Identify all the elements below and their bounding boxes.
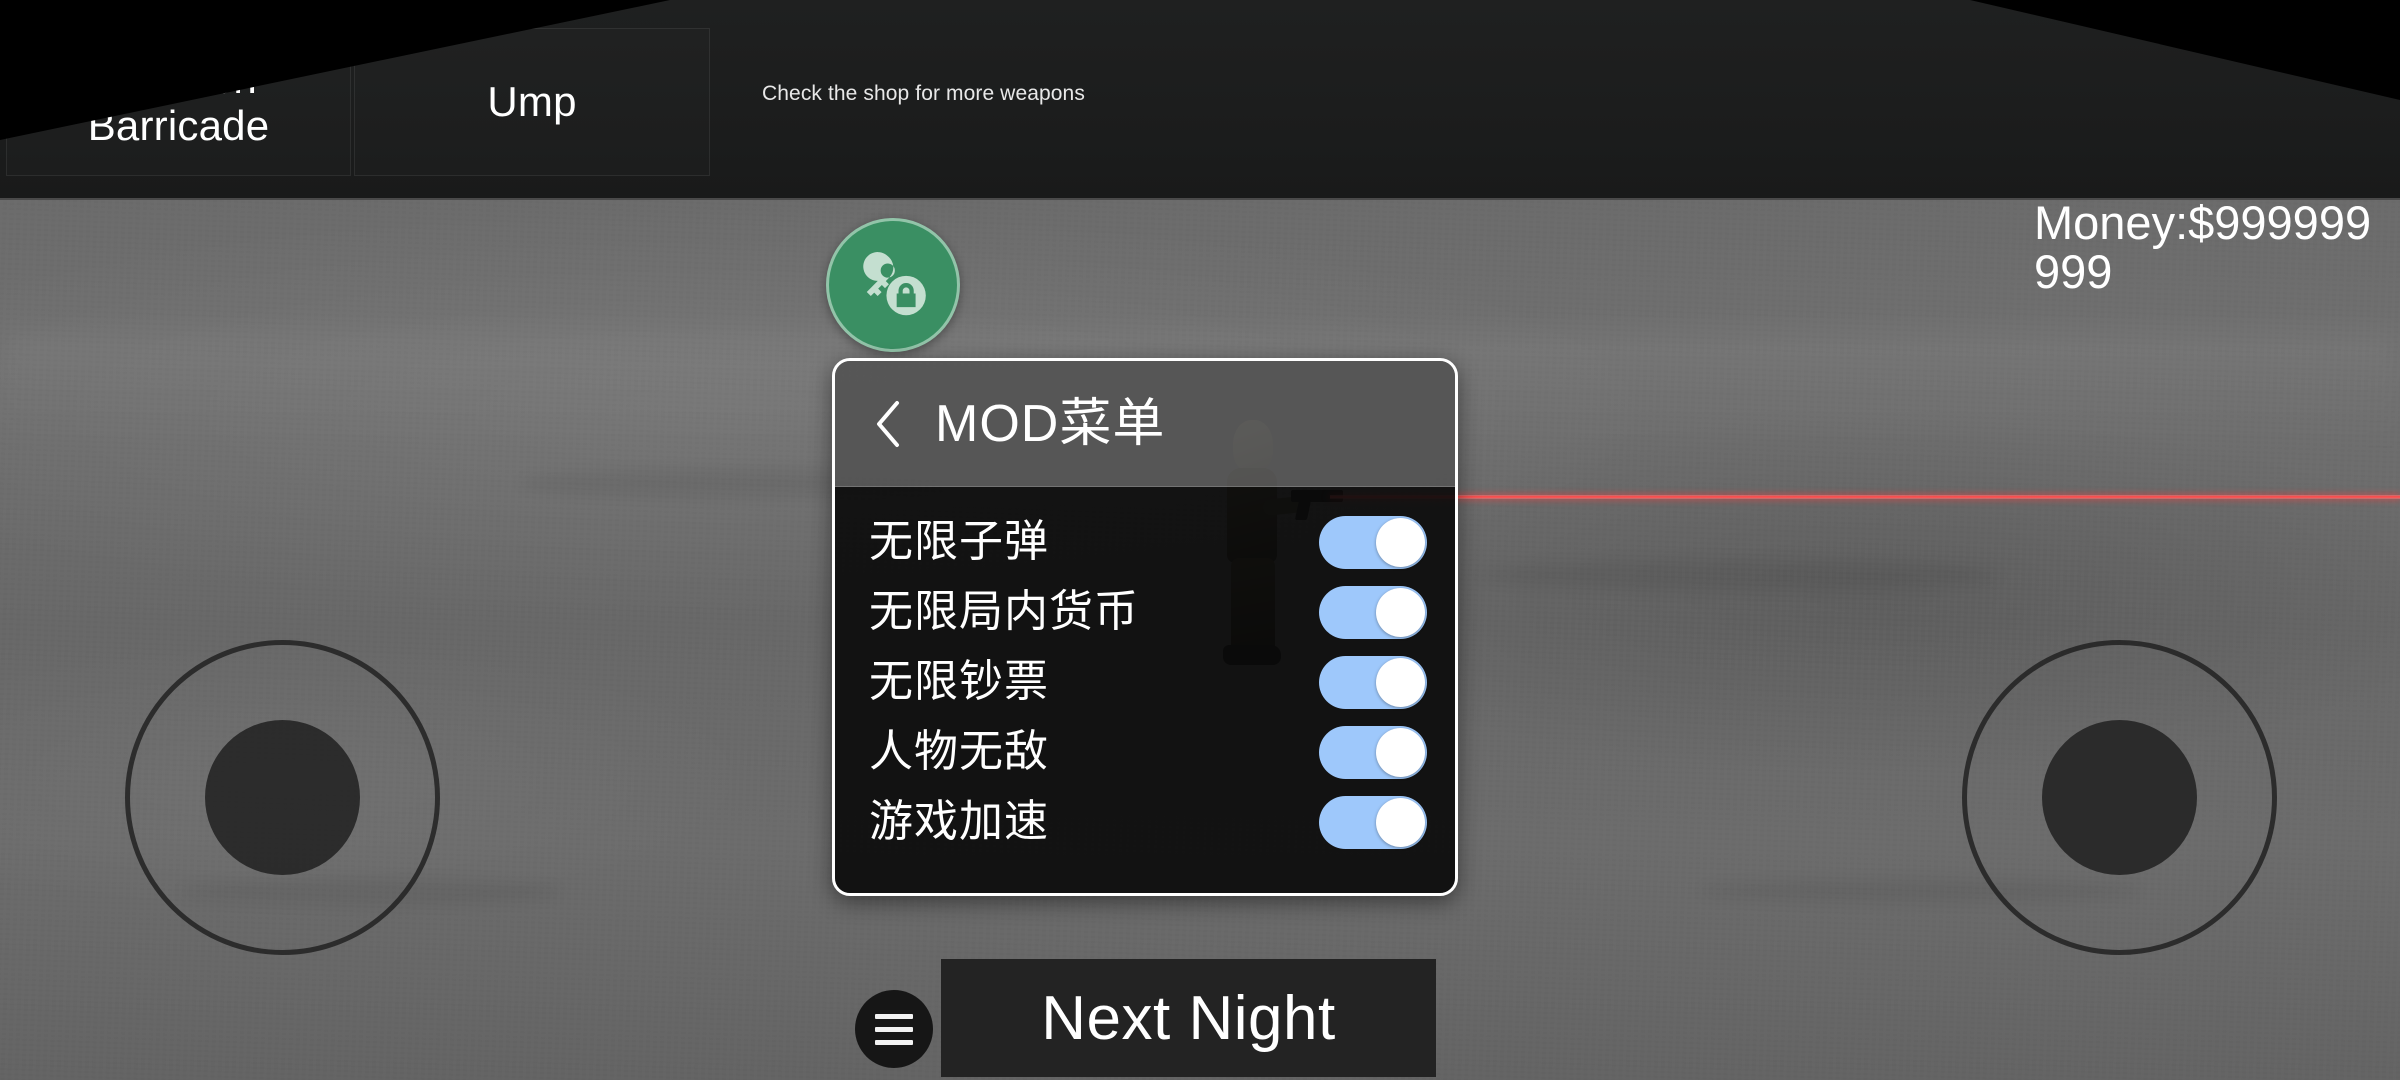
- screen-notch-right: [1970, 0, 2400, 100]
- mod-row-god-mode[interactable]: 人物无敌: [835, 717, 1455, 787]
- toggle-knob: [1376, 657, 1425, 707]
- mod-row-label: 游戏加速: [869, 797, 1049, 846]
- shop-hint-text: Check the shop for more weapons: [762, 82, 1085, 105]
- mod-row-label: 无限局内货币: [869, 587, 1139, 636]
- toggle-god-mode[interactable]: [1319, 725, 1427, 779]
- mod-menu-header: MOD菜单: [835, 361, 1455, 487]
- move-joystick[interactable]: [125, 640, 440, 955]
- mod-menu-body: 无限子弹 无限局内货币 无限钞票 人物无敌 游戏加速: [835, 487, 1455, 893]
- toggle-game-speed[interactable]: [1319, 795, 1427, 849]
- hamburger-icon: [875, 1013, 913, 1019]
- toggle-knob: [1376, 797, 1425, 847]
- hamburger-icon: [875, 1039, 913, 1045]
- mod-menu-title: MOD菜单: [935, 394, 1166, 453]
- toggle-unlimited-cash[interactable]: [1319, 655, 1427, 709]
- mod-menu-panel: MOD菜单 无限子弹 无限局内货币 无限钞票 人物无敌 游戏加速: [832, 358, 1458, 896]
- toggle-knob: [1376, 587, 1425, 637]
- toggle-knob: [1376, 517, 1425, 567]
- mod-row-label: 无限钞票: [869, 657, 1049, 706]
- key-lock-icon: [851, 243, 935, 327]
- mod-row-label: 无限子弹: [869, 517, 1049, 566]
- mod-launcher-button[interactable]: [826, 218, 960, 352]
- hamburger-menu-button[interactable]: [855, 990, 933, 1068]
- mod-row-label: 人物无敌: [869, 727, 1049, 776]
- toggle-unlimited-ingame-currency[interactable]: [1319, 585, 1427, 639]
- joystick-knob[interactable]: [2042, 720, 2197, 875]
- next-night-button[interactable]: Next Night: [941, 959, 1436, 1077]
- toggle-unlimited-ammo[interactable]: [1319, 515, 1427, 569]
- money-counter: Money:$999999999: [2034, 196, 2372, 299]
- mod-row-game-speed[interactable]: 游戏加速: [835, 787, 1455, 857]
- chevron-left-icon[interactable]: [871, 398, 905, 450]
- toggle-knob: [1376, 727, 1425, 777]
- aim-joystick[interactable]: [1962, 640, 2277, 955]
- mod-row-unlimited-cash[interactable]: 无限钞票: [835, 647, 1455, 717]
- joystick-knob[interactable]: [205, 720, 360, 875]
- hamburger-icon: [875, 1026, 913, 1032]
- next-night-label: Next Night: [1041, 983, 1336, 1053]
- mod-row-unlimited-ammo[interactable]: 无限子弹: [835, 507, 1455, 577]
- game-screen: Wooden Barricade Ump Check the shop for …: [0, 0, 2400, 1080]
- screen-notch-left: [0, 0, 670, 140]
- mod-row-unlimited-ingame-currency[interactable]: 无限局内货币: [835, 577, 1455, 647]
- ground-streak: [1480, 560, 2000, 590]
- aim-laser-beam: [1330, 495, 2400, 499]
